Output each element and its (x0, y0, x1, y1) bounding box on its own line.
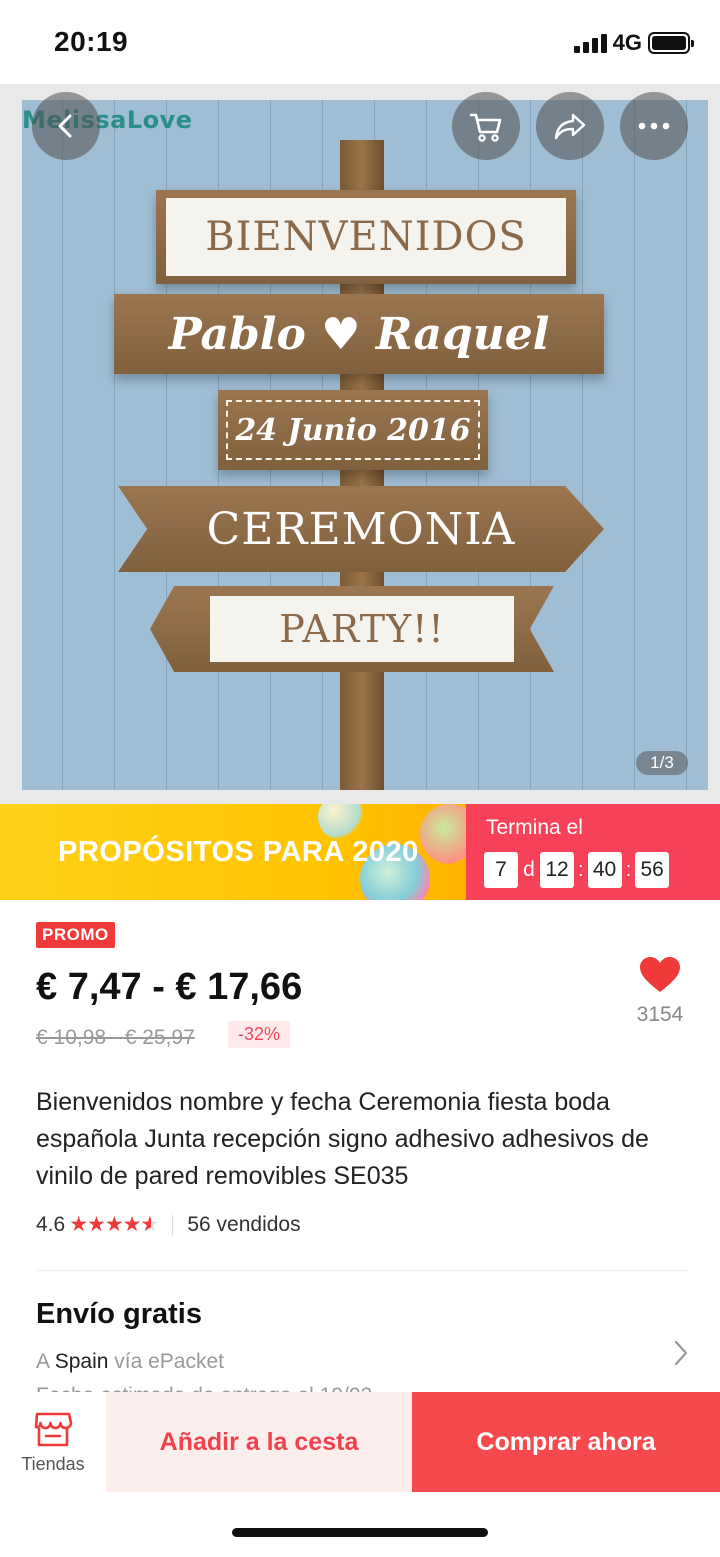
store-tab-label: Tiendas (21, 1453, 85, 1474)
product-image[interactable]: MelissaLove BIENVENIDOS Pablo ♥ Raquel 2… (0, 84, 720, 804)
bottom-action-bar: Tiendas Añadir a la cesta Comprar ahora (0, 1392, 720, 1557)
countdown-hours: 12 (540, 852, 574, 888)
cart-button[interactable] (452, 92, 520, 160)
add-to-cart-button[interactable]: Añadir a la cesta (106, 1392, 412, 1492)
sold-count: 56 vendidos (187, 1212, 301, 1236)
countdown-days: 7 (484, 852, 518, 888)
cart-icon (469, 113, 502, 142)
rating-stars: ★★★★★ ★ (69, 1213, 159, 1236)
image-counter: 1/3 (636, 751, 688, 775)
rating-row[interactable]: 4.6 ★★★★★ ★ 56 vendidos (36, 1212, 301, 1237)
sign-party-text: PARTY!! (279, 607, 445, 651)
discount-badge: -32% (228, 1021, 291, 1048)
sign-ceremony: CEREMONIA (118, 486, 604, 572)
original-price: € 10,98 - € 25,97 (36, 1026, 195, 1049)
sign-welcome-text: BIENVENIDOS (205, 214, 527, 260)
status-bar: 20:19 4G (0, 0, 720, 84)
sign-ceremony-text: CEREMONIA (206, 503, 516, 555)
home-indicator (232, 1528, 488, 1537)
countdown-seconds: 56 (635, 852, 670, 888)
sign-names-text: Pablo ♥ Raquel (168, 308, 550, 360)
store-tab[interactable]: Tiendas (0, 1392, 106, 1492)
share-icon (554, 113, 586, 140)
buy-now-button[interactable]: Comprar ahora (412, 1392, 720, 1492)
sign-welcome: BIENVENIDOS (156, 190, 576, 284)
countdown-timer: 7 d 12 : 40 : 56 (484, 852, 670, 888)
promo-tag: PROMO (36, 922, 115, 948)
promo-banner[interactable]: PROPÓSITOS PARA 2020 Termina el 7 d 12 :… (0, 804, 720, 900)
countdown-minutes: 40 (587, 852, 622, 888)
sign-date: 24 Junio 2016 (218, 390, 488, 470)
more-icon (638, 122, 670, 130)
back-button[interactable] (32, 92, 100, 160)
shipping-country: Spain (54, 1350, 109, 1373)
product-title: Bienvenidos nombre y fecha Ceremonia fie… (36, 1088, 649, 1190)
product-photo: MelissaLove BIENVENIDOS Pablo ♥ Raquel 2… (22, 100, 708, 790)
signal-icon (573, 33, 607, 53)
banner-campaign: PROPÓSITOS PARA 2020 (0, 804, 466, 900)
share-button[interactable] (536, 92, 604, 160)
status-indicators: 4G (573, 30, 694, 56)
heart-icon (640, 957, 680, 992)
banner-title: PROPÓSITOS PARA 2020 (58, 836, 419, 868)
battery-icon (648, 32, 694, 54)
wishlist-button[interactable]: 3154 (624, 956, 696, 1027)
chevron-left-icon (58, 114, 72, 138)
chevron-right-icon[interactable] (670, 1338, 692, 1368)
countdown-days-unit: d (523, 858, 535, 881)
shipping-title[interactable]: Envío gratis (36, 1298, 202, 1331)
banner-countdown: Termina el 7 d 12 : 40 : 56 (466, 804, 720, 900)
wishlist-count: 3154 (636, 1003, 684, 1026)
status-time: 20:19 (54, 26, 129, 57)
price: € 7,47 - € 17,66 (36, 966, 303, 1008)
rating-value: 4.6 (36, 1212, 66, 1236)
sign-party: PARTY!! (150, 586, 554, 672)
more-button[interactable] (620, 92, 688, 160)
divider (36, 1270, 688, 1271)
network-type: 4G (612, 30, 642, 55)
shipping-destination[interactable]: A Spain vía ePacket (36, 1350, 224, 1374)
sign-names: Pablo ♥ Raquel (114, 294, 604, 374)
countdown-label: Termina el (486, 816, 583, 839)
store-icon (34, 1412, 73, 1446)
